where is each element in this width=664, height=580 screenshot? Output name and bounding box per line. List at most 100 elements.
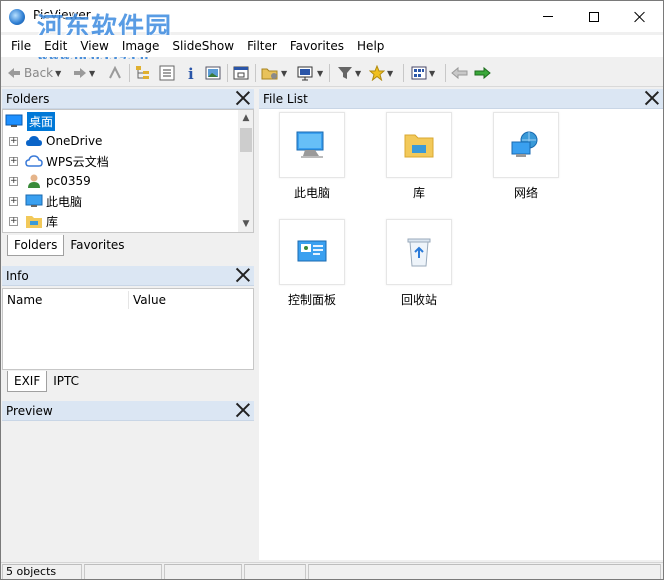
wps-cloud-icon (25, 155, 43, 167)
tab-iptc[interactable]: IPTC (47, 371, 85, 392)
tree-view-icon (136, 66, 149, 79)
expand-icon[interactable]: + (9, 156, 18, 166)
filter-button[interactable]: ▼ (337, 63, 361, 83)
control-panel-icon (297, 240, 327, 262)
previous-arrow-icon (451, 66, 468, 80)
filelist-panel-header: File List (259, 89, 663, 109)
open-folder-button[interactable]: ▼ (261, 63, 287, 83)
view-mode-button[interactable]: ▼ (411, 63, 435, 83)
forward-button[interactable]: ▼ (73, 63, 95, 83)
view-mode-dropdown-icon: ▼ (429, 68, 436, 78)
toolbar-separator (129, 64, 130, 82)
expand-icon[interactable]: + (9, 176, 18, 186)
tree-view-button[interactable] (135, 63, 151, 83)
scroll-up-icon[interactable]: ▲ (238, 110, 253, 126)
file-item-network[interactable]: 网络 (473, 112, 573, 212)
scroll-down-icon[interactable]: ▼ (238, 216, 253, 232)
library-folder-icon (404, 134, 434, 158)
menu-file[interactable]: File (7, 35, 35, 57)
column-header-name[interactable]: Name (3, 291, 129, 309)
info-panel-close-icon[interactable] (236, 268, 250, 282)
expand-icon[interactable]: + (9, 216, 18, 226)
tree-item-label: OneDrive (46, 134, 103, 148)
folders-panel-header: Folders (2, 89, 254, 109)
slideshow-button[interactable]: ▼ (297, 63, 323, 83)
menu-slideshow[interactable]: SlideShow (168, 35, 238, 57)
tree-item-label: 桌面 (27, 111, 56, 131)
menu-filter[interactable]: Filter (243, 35, 281, 57)
file-thumbnail (386, 112, 452, 178)
previous-image-button[interactable] (451, 63, 469, 83)
close-icon (634, 11, 646, 23)
menu-edit[interactable]: Edit (40, 35, 71, 57)
status-cell (308, 564, 661, 579)
tree-item-onedrive[interactable]: + OneDrive (3, 131, 239, 151)
maximize-button[interactable] (571, 1, 617, 32)
forward-dropdown-icon: ▼ (89, 68, 96, 78)
tree-item-user[interactable]: + pc0359 (3, 171, 239, 191)
back-button[interactable]: Back ▼ (7, 63, 61, 83)
status-cell (244, 564, 306, 579)
file-item-control-panel[interactable]: 控制面板 (259, 219, 359, 319)
up-folder-button[interactable] (107, 63, 123, 83)
menu-view[interactable]: View (76, 35, 112, 57)
next-image-button[interactable] (473, 63, 491, 83)
close-button[interactable] (617, 1, 663, 32)
open-folder-dropdown-icon: ▼ (281, 68, 288, 78)
menu-image[interactable]: Image (118, 35, 164, 57)
file-thumbnail (279, 112, 345, 178)
file-item-this-pc[interactable]: 此电脑 (259, 112, 359, 212)
folder-tree-scrollbar[interactable]: ▲ ▼ (238, 110, 253, 232)
status-cell (164, 564, 242, 579)
info-tabs: EXIF IPTC (7, 371, 85, 392)
tab-folders[interactable]: Folders (7, 235, 65, 256)
menu-help[interactable]: Help (353, 35, 388, 57)
favorites-button[interactable]: ▼ (369, 63, 393, 83)
status-cell (84, 564, 162, 579)
up-folder-icon (109, 65, 121, 79)
fullscreen-icon (233, 66, 249, 80)
status-object-count: 5 objects (2, 564, 82, 579)
file-item-recycle-bin[interactable]: 回收站 (366, 219, 466, 319)
star-icon (369, 65, 385, 81)
tree-item-this-pc[interactable]: + 此电脑 (3, 191, 239, 211)
file-label: 库 (412, 186, 425, 200)
minimize-button[interactable] (525, 1, 571, 32)
toolbar-separator (403, 64, 404, 82)
tree-item-wps-cloud[interactable]: + WPS云文档 (3, 151, 239, 171)
computer-icon (25, 194, 43, 207)
filelist-panel-close-icon[interactable] (645, 91, 659, 105)
file-list[interactable]: 此电脑 库 网络 控制面板 回收站 (259, 109, 663, 560)
info-button[interactable]: i (183, 63, 199, 83)
preview-button[interactable] (205, 63, 221, 83)
open-folder-icon (261, 68, 278, 80)
folders-panel-close-icon[interactable] (236, 91, 250, 105)
file-label: 回收站 (400, 293, 437, 307)
file-label: 控制面板 (287, 293, 336, 307)
library-folder-icon (26, 216, 42, 228)
scrollbar-thumb[interactable] (240, 128, 252, 152)
back-label: Back (24, 66, 54, 80)
column-header-value[interactable]: Value (129, 291, 253, 309)
tab-favorites[interactable]: Favorites (64, 235, 130, 256)
back-arrow-icon (8, 68, 20, 78)
list-view-button[interactable] (159, 63, 175, 83)
file-item-library[interactable]: 库 (366, 112, 466, 212)
preview-panel-close-icon[interactable] (236, 403, 250, 417)
expand-icon[interactable]: + (9, 136, 18, 146)
info-table[interactable]: Name Value (2, 288, 254, 370)
tab-exif[interactable]: EXIF (7, 371, 48, 392)
tree-item-desktop[interactable]: 桌面 (3, 111, 239, 131)
expand-icon[interactable]: + (9, 196, 18, 206)
menu-favorites[interactable]: Favorites (286, 35, 348, 57)
title-bar[interactable]: PicViewer 河东软件园 www.pc0359.cn (1, 1, 663, 65)
filter-icon (338, 67, 352, 79)
info-icon: i (188, 65, 194, 81)
forward-arrow-icon (74, 68, 86, 78)
folder-tree[interactable]: 桌面 + OneDrive + WPS云文档 + pc0359 + 此电脑 + … (2, 109, 254, 233)
recycle-bin-icon (407, 238, 431, 267)
fullscreen-button[interactable] (233, 63, 249, 83)
info-panel-title: Info (6, 269, 29, 283)
desktop-icon (5, 114, 23, 127)
tree-item-library[interactable]: + 库 (3, 211, 239, 231)
